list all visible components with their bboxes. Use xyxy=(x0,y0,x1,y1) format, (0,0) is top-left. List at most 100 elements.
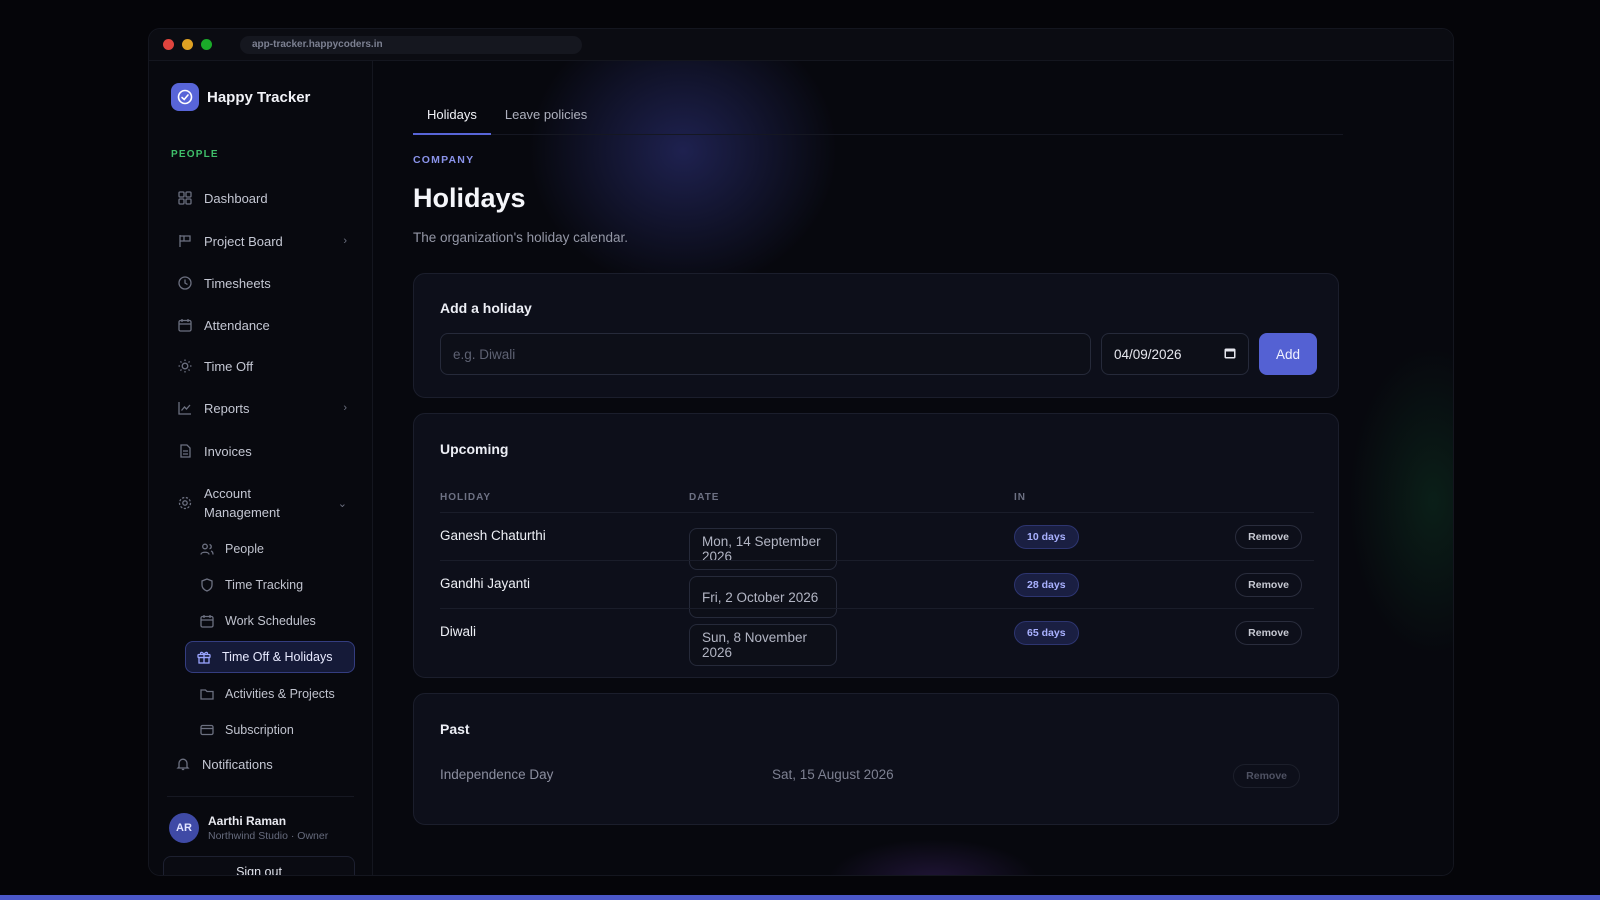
upcoming-holidays-card: Upcoming HOLIDAY DATE IN Ganesh Chaturth… xyxy=(413,413,1339,678)
tab-leave-policies[interactable]: Leave policies xyxy=(491,101,601,135)
subnav-time-off-holidays[interactable]: Time Off & Holidays xyxy=(185,641,355,673)
user-org-role: Northwind Studio · Owner xyxy=(208,830,329,842)
subnav-subscription[interactable]: Subscription xyxy=(189,714,355,746)
subnav-label: People xyxy=(225,542,264,556)
chart-icon xyxy=(177,400,193,416)
add-holiday-card: Add a holiday 04/09/2026 Add xyxy=(413,273,1339,398)
gift-icon xyxy=(196,649,212,665)
section-eyebrow: COMPANY xyxy=(413,154,475,166)
nav-label: Reports xyxy=(204,400,250,416)
sidebar-divider xyxy=(167,796,354,797)
column-header-date: DATE xyxy=(689,492,720,503)
nav-label: Project Board xyxy=(204,233,283,249)
sun-icon xyxy=(177,358,193,374)
chevron-right-icon: › xyxy=(343,402,347,414)
holiday-name-input[interactable] xyxy=(440,333,1091,375)
minimize-window-dot[interactable] xyxy=(182,39,193,50)
user-name: Aarthi Raman xyxy=(208,814,287,828)
brand[interactable]: Happy Tracker xyxy=(171,83,310,111)
holiday-date-picker[interactable]: 04/09/2026 xyxy=(1101,333,1249,375)
remove-button[interactable]: Remove xyxy=(1235,525,1302,549)
subnav-label: Subscription xyxy=(225,723,294,737)
page-title: Holidays xyxy=(413,183,526,213)
nav-label: Notifications xyxy=(202,756,273,772)
nav-time-off[interactable]: Time Off xyxy=(177,358,347,374)
app-window: app-tracker.happycoders.in Happy Tracker… xyxy=(148,28,1454,876)
holiday-name: Independence Day xyxy=(440,767,554,782)
remove-button[interactable]: Remove xyxy=(1233,764,1300,788)
add-holiday-title: Add a holiday xyxy=(440,300,532,316)
users-icon xyxy=(199,541,215,557)
gear-icon xyxy=(177,495,193,511)
nav-account-management[interactable]: Account Management ⌄ xyxy=(177,484,347,522)
nav-label: Time Off xyxy=(204,358,254,374)
tab-holidays[interactable]: Holidays xyxy=(413,101,491,135)
folder-icon xyxy=(199,686,215,702)
subnav-work-schedules[interactable]: Work Schedules xyxy=(189,605,355,637)
sign-out-button[interactable]: Sign out xyxy=(163,856,355,875)
remove-button[interactable]: Remove xyxy=(1235,573,1302,597)
subnav-label: Time Off & Holidays xyxy=(222,650,333,664)
card-icon xyxy=(199,722,215,738)
close-window-dot[interactable] xyxy=(163,39,174,50)
subnav-label: Activities & Projects xyxy=(225,687,335,701)
nav-label: Account Management xyxy=(204,486,280,520)
holiday-name: Gandhi Jayanti xyxy=(440,576,531,591)
bottom-accent-bar xyxy=(0,895,1600,900)
chevron-down-icon: ⌄ xyxy=(337,497,347,510)
board-icon xyxy=(177,233,193,249)
holiday-name: Diwali xyxy=(440,624,477,639)
grid-icon xyxy=(177,190,193,206)
brand-logo-icon xyxy=(171,83,199,111)
table-row: Ganesh Chaturthi Mon, 14 September 2026 … xyxy=(440,512,1314,570)
holiday-date-value: 04/09/2026 xyxy=(1114,346,1182,362)
upcoming-title: Upcoming xyxy=(440,441,509,457)
nav-label: Invoices xyxy=(204,443,252,459)
main-content: Holidays Leave policies COMPANY Holidays… xyxy=(373,61,1453,875)
url-bar[interactable]: app-tracker.happycoders.in xyxy=(240,35,582,54)
shield-icon xyxy=(199,577,215,593)
maximize-window-dot[interactable] xyxy=(201,39,212,50)
subnav-time-tracking[interactable]: Time Tracking xyxy=(189,569,355,601)
nav-reports[interactable]: Reports › xyxy=(177,400,347,416)
brand-name: Happy Tracker xyxy=(207,88,311,106)
calendar-icon xyxy=(177,317,193,333)
past-holidays-card: Past Independence Day Sat, 15 August 202… xyxy=(413,693,1339,825)
user-profile[interactable]: AR Aarthi Raman Northwind Studio · Owner xyxy=(169,813,328,843)
brand-section-label: PEOPLE xyxy=(171,149,219,160)
chevron-right-icon: › xyxy=(343,235,347,247)
calendar-icon xyxy=(1224,347,1236,362)
remove-button[interactable]: Remove xyxy=(1235,621,1302,645)
nav-timesheets[interactable]: Timesheets xyxy=(177,275,347,291)
nav-attendance[interactable]: Attendance xyxy=(177,317,347,333)
clock-icon xyxy=(177,275,193,291)
nav-label: Attendance xyxy=(204,317,270,333)
table-row: Diwali Sun, 8 November 2026 65 days Remo… xyxy=(440,608,1314,666)
subnav-label: Work Schedules xyxy=(225,614,316,628)
document-icon xyxy=(177,443,193,459)
bell-icon xyxy=(175,756,191,772)
tab-bar: Holidays Leave policies xyxy=(413,101,1343,135)
table-row: Gandhi Jayanti Fri, 2 October 2026 28 da… xyxy=(440,560,1314,618)
column-header-in: IN xyxy=(1014,492,1026,503)
holiday-date: Sun, 8 November 2026 xyxy=(689,624,837,666)
nav-dashboard[interactable]: Dashboard xyxy=(177,190,347,206)
browser-titlebar: app-tracker.happycoders.in xyxy=(149,29,1453,61)
calendar-icon xyxy=(199,613,215,629)
nav-invoices[interactable]: Invoices xyxy=(177,443,347,459)
subnav-label: Time Tracking xyxy=(225,578,304,592)
days-until-badge: 65 days xyxy=(1014,621,1079,645)
nav-notifications[interactable]: Notifications xyxy=(175,756,345,772)
days-until-badge: 10 days xyxy=(1014,525,1079,549)
nav-label: Timesheets xyxy=(204,275,271,291)
nav-label: Dashboard xyxy=(204,190,268,206)
subnav-people[interactable]: People xyxy=(189,533,355,565)
column-header-holiday: HOLIDAY xyxy=(440,492,492,503)
subnav-activities-projects[interactable]: Activities & Projects xyxy=(189,678,355,710)
past-title: Past xyxy=(440,721,470,737)
nav-project-board[interactable]: Project Board › xyxy=(177,233,347,249)
holiday-name: Ganesh Chaturthi xyxy=(440,528,546,543)
avatar: AR xyxy=(169,813,199,843)
page-subtitle: The organization's holiday calendar. xyxy=(413,230,628,245)
add-holiday-button[interactable]: Add xyxy=(1259,333,1317,375)
